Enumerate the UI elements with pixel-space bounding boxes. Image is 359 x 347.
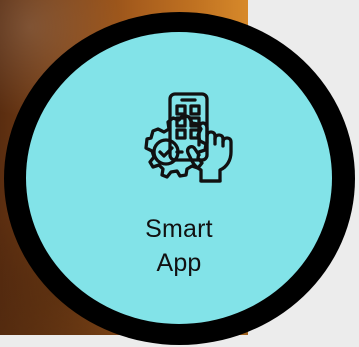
badge-inner-circle[interactable]: Smart App <box>26 32 332 324</box>
label-line-2: App <box>156 249 202 277</box>
circular-badge[interactable]: Smart App <box>4 12 355 345</box>
smart-app-icon <box>115 82 247 202</box>
smart-app-label: Smart App <box>26 212 332 280</box>
smart-app-svg-icon <box>144 92 233 183</box>
smart-app-card: Smart App <box>0 0 359 347</box>
label-line-1: Smart <box>145 215 213 243</box>
